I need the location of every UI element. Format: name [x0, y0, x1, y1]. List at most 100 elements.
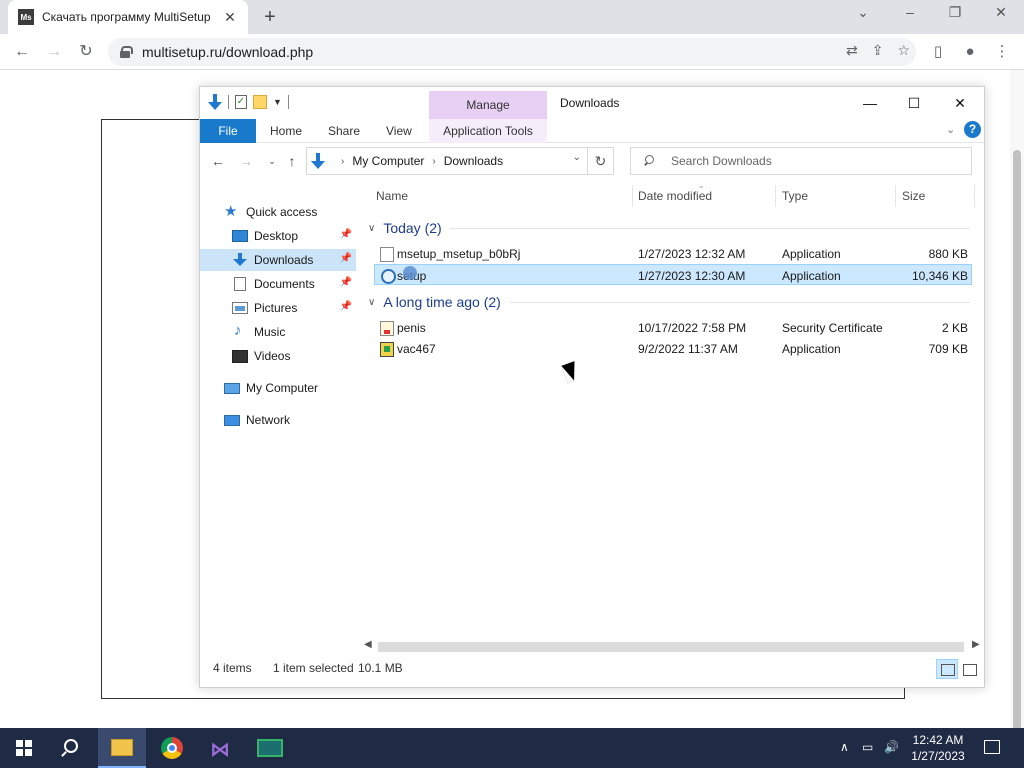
setup-icon [381, 269, 396, 284]
translate-icon[interactable]: ⇄ [846, 42, 858, 59]
bookmark-star-icon[interactable]: ☆ [897, 42, 910, 59]
browser-tab[interactable]: Ms Скачать программу MultiSetup ✕ [8, 0, 248, 34]
sidebar-item-music[interactable]: Music [200, 321, 356, 343]
volume-icon[interactable]: 🔊 [884, 740, 899, 754]
taskbar-search-icon[interactable] [64, 739, 78, 753]
page-scrollbar[interactable] [1010, 70, 1024, 768]
breadcrumb-my-computer[interactable]: My Computer [352, 154, 424, 168]
manage-context-tab[interactable]: Manage [429, 91, 547, 119]
list-item[interactable]: penis 10/17/2022 7:58 PM Security Certif… [374, 317, 972, 338]
tab-share[interactable]: Share [328, 119, 360, 143]
search-placeholder: Search Downloads [671, 154, 772, 168]
tab-application-tools[interactable]: Application Tools [429, 119, 547, 143]
breadcrumb-chevron-icon[interactable]: › [432, 156, 435, 167]
taskbar-clock[interactable]: 12:42 AM 1/27/2023 [902, 732, 974, 764]
expand-ribbon-chevron-icon[interactable]: ⌄ [946, 123, 955, 136]
column-header-size[interactable]: Size [902, 189, 925, 203]
scrollbar-thumb[interactable] [378, 642, 964, 652]
sidebar-item-network[interactable]: Network [200, 409, 356, 431]
group-header-long-ago[interactable]: ∨ A long time ago (2) [368, 294, 501, 310]
column-header-type[interactable]: Type [782, 189, 808, 203]
recent-locations-chevron-icon[interactable]: ⌄ [262, 151, 282, 171]
chrome-menu-icon[interactable]: ⋮ [990, 40, 1014, 64]
explorer-close-icon[interactable]: ✕ [945, 92, 975, 114]
search-input[interactable]: Search Downloads [630, 147, 972, 175]
network-tray-icon[interactable]: ▭ [862, 740, 873, 754]
visual-studio-icon: ⋈ [210, 739, 230, 761]
sidebar-item-desktop[interactable]: Desktop 📌 [200, 225, 356, 247]
taskbar-file-explorer[interactable] [98, 728, 146, 768]
profile-avatar-icon[interactable]: ● [958, 40, 982, 64]
sidebar-item-documents[interactable]: Documents 📌 [200, 273, 356, 295]
restore-icon[interactable]: ❐ [940, 4, 970, 21]
help-icon[interactable]: ? [964, 121, 981, 138]
sidebar-item-pictures[interactable]: Pictures 📌 [200, 297, 356, 319]
reload-icon[interactable]: ↻ [74, 40, 98, 64]
tab-search-chevron-icon[interactable]: ⌄ [848, 4, 878, 21]
side-panel-icon[interactable]: ▯ [926, 40, 950, 64]
explorer-back-icon[interactable]: ← [208, 151, 228, 171]
explorer-maximize-icon[interactable]: ☐ [899, 92, 929, 114]
new-folder-icon[interactable] [253, 95, 267, 109]
forward-arrow-icon[interactable]: → [42, 40, 66, 64]
customize-toolbar-chevron-icon[interactable]: ▼ [273, 97, 282, 107]
music-note-icon [232, 322, 248, 339]
up-folder-icon[interactable]: ↑ [282, 151, 302, 171]
explorer-navigation-bar: ← → ⌄ ↑ › My Computer › Downloads ⌄ ↻ Se… [200, 145, 984, 177]
lock-icon[interactable] [120, 46, 133, 58]
windows-start-icon[interactable] [16, 740, 32, 756]
collapse-chevron-icon[interactable]: ∨ [368, 297, 375, 308]
sidebar-item-my-computer[interactable]: My Computer [200, 377, 356, 399]
list-item[interactable]: msetup_msetup_b0bRj 1/27/2023 12:32 AM A… [374, 243, 972, 264]
sidebar-item-quick-access[interactable]: Quick access [200, 201, 356, 223]
group-label: A long time ago (2) [383, 294, 501, 310]
taskbar-app[interactable] [246, 728, 294, 768]
back-arrow-icon[interactable]: ← [10, 40, 34, 64]
column-header-date[interactable]: Date modified [638, 189, 712, 203]
tab-close-icon[interactable]: ✕ [222, 9, 238, 26]
list-item[interactable]: vac467 9/2/2022 11:37 AM Application 709… [374, 338, 972, 359]
share-icon[interactable]: ⇪ [872, 42, 884, 59]
scroll-right-icon[interactable]: ▶ [972, 639, 980, 650]
notification-icon[interactable] [984, 740, 1000, 754]
network-icon [224, 414, 240, 426]
sidebar-item-videos[interactable]: Videos [200, 345, 356, 367]
pin-icon[interactable]: 📌 [340, 277, 352, 288]
collapse-chevron-icon[interactable]: ∨ [368, 223, 375, 234]
taskbar-visual-studio[interactable]: ⋈ [196, 728, 244, 768]
minimize-icon[interactable]: – [895, 4, 925, 20]
address-bar[interactable]: multisetup.ru/download.php ⇄ ⇪ ☆ [108, 38, 916, 66]
taskbar-chrome[interactable] [148, 728, 196, 768]
explorer-address-bar[interactable]: › My Computer › Downloads ⌄ [306, 147, 588, 175]
close-icon[interactable]: ✕ [986, 4, 1016, 21]
explorer-forward-icon[interactable]: → [236, 151, 256, 171]
quick-access-toolbar: ✓ ▼ [208, 94, 289, 110]
breadcrumb-downloads[interactable]: Downloads [444, 154, 503, 168]
documents-icon [234, 277, 246, 291]
breadcrumb-chevron-icon[interactable]: › [341, 156, 344, 167]
file-size: 880 KB [928, 247, 968, 261]
new-tab-plus-icon[interactable]: + [258, 6, 282, 29]
tab-file[interactable]: File [200, 119, 256, 143]
status-bar: 4 items 1 item selected 10.1 MB [200, 659, 984, 681]
tray-chevron-icon[interactable]: ∧ [840, 740, 849, 754]
properties-check-icon[interactable]: ✓ [235, 95, 247, 109]
group-header-today[interactable]: ∨ Today (2) [368, 220, 442, 236]
pin-icon[interactable]: 📌 [340, 229, 352, 240]
file-type: Application [782, 247, 841, 261]
tab-home[interactable]: Home [270, 119, 302, 143]
address-history-chevron-icon[interactable]: ⌄ [573, 152, 581, 163]
pin-icon[interactable]: 📌 [340, 253, 352, 264]
explorer-minimize-icon[interactable]: — [855, 92, 885, 114]
column-header-name[interactable]: Name [376, 189, 408, 203]
scroll-left-icon[interactable]: ◀ [364, 639, 372, 650]
sidebar-item-downloads[interactable]: Downloads 📌 [200, 249, 356, 271]
large-icons-view-icon[interactable] [958, 659, 980, 679]
pin-icon[interactable]: 📌 [340, 301, 352, 312]
tab-view[interactable]: View [386, 119, 412, 143]
list-item-selected[interactable]: setup 1/27/2023 12:30 AM Application 10,… [374, 264, 972, 285]
file-list: Name ⌄ Date modified Type Size ∨ Today (… [360, 177, 986, 637]
horizontal-scrollbar[interactable]: ◀ ▶ [360, 637, 986, 655]
details-view-icon[interactable] [936, 659, 958, 679]
refresh-icon[interactable]: ↻ [588, 147, 614, 175]
